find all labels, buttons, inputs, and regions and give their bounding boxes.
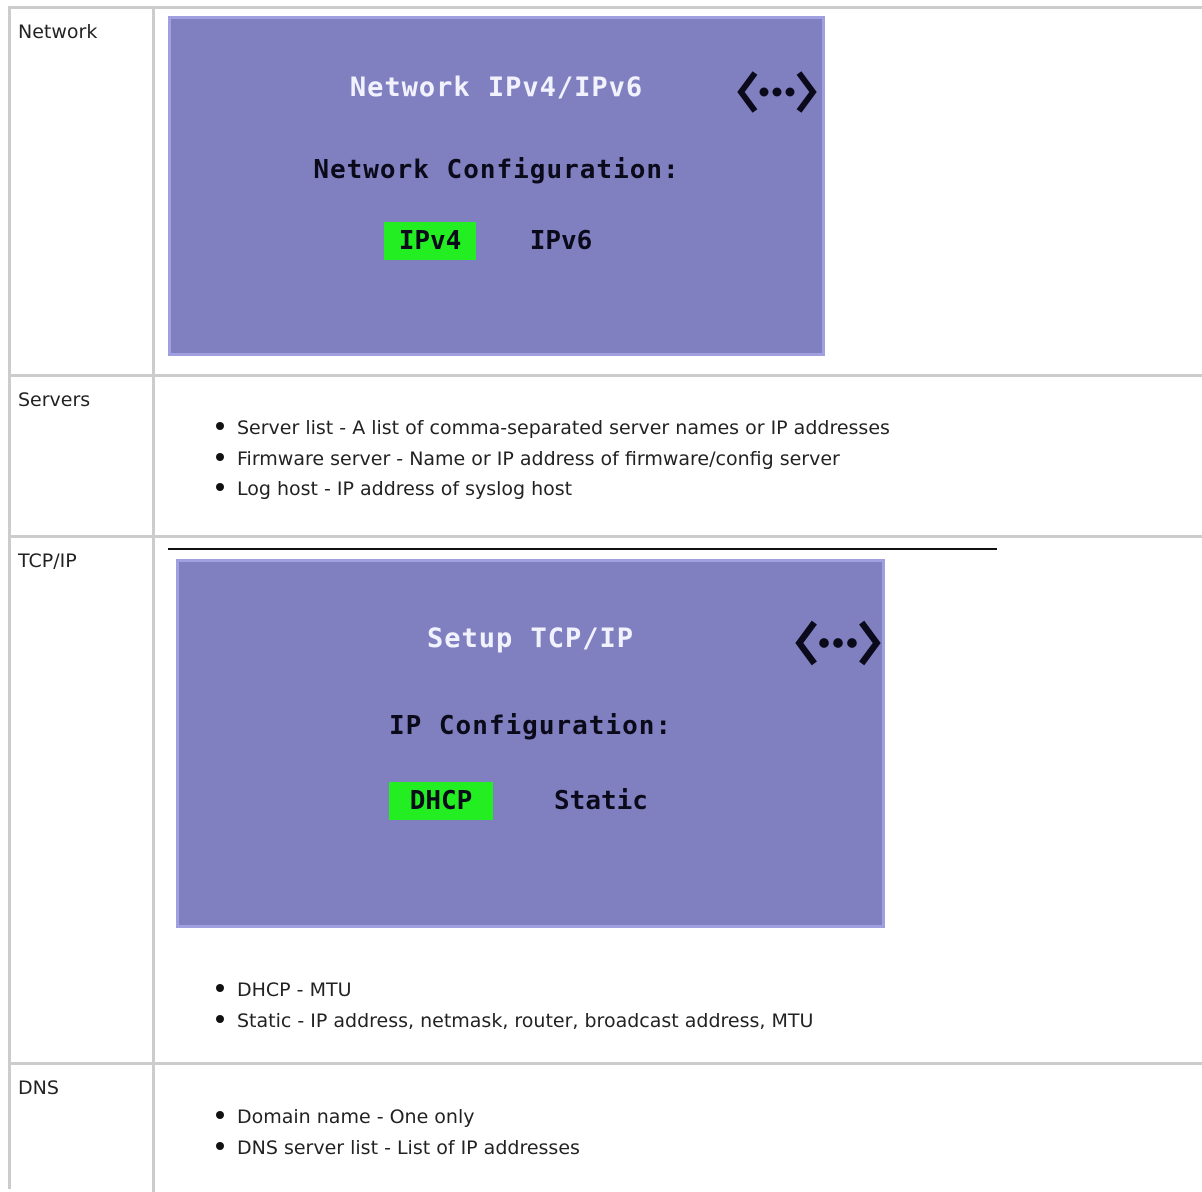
nav-arrows-icon <box>737 71 817 113</box>
option-dhcp[interactable]: DHCP <box>389 782 493 820</box>
table-row-tcpip: TCP/IP Setup TCP/IP IP Configuration: DH… <box>11 538 1202 1065</box>
row-label-servers: Servers <box>11 377 155 535</box>
table-row-servers: Servers Server list - A list of comma-se… <box>11 377 1202 538</box>
tcpip-screen: Setup TCP/IP IP Configuration: DHCP Stat… <box>176 559 885 928</box>
option-static[interactable]: Static <box>541 782 661 820</box>
option-ipv4[interactable]: IPv4 <box>384 222 476 260</box>
list-item: Firmware server - Name or IP address of … <box>158 444 890 475</box>
row-content-servers: Server list - A list of comma-separated … <box>158 377 1202 535</box>
list-item: Domain name - One only <box>158 1102 580 1133</box>
row-content-tcpip: Setup TCP/IP IP Configuration: DHCP Stat… <box>158 538 1202 1062</box>
network-screen: Network IPv4/IPv6 Network Configuration:… <box>168 16 825 356</box>
list-item: Log host - IP address of syslog host <box>158 474 890 505</box>
dns-list: Domain name - One only DNS server list -… <box>158 1102 580 1163</box>
tcpip-list: DHCP - MTU Static - IP address, netmask,… <box>158 975 813 1036</box>
screen-title: Setup TCP/IP <box>426 623 635 654</box>
table-row-network: Network Network IPv4/IPv6 Network Config… <box>11 9 1202 377</box>
row-content-dns: Domain name - One only DNS server list -… <box>158 1065 1202 1192</box>
servers-list: Server list - A list of comma-separated … <box>158 413 890 505</box>
option-ipv6[interactable]: IPv6 <box>516 222 606 260</box>
list-item: DNS server list - List of IP addresses <box>158 1133 580 1164</box>
list-item: Static - IP address, netmask, router, br… <box>158 1006 813 1037</box>
row-label-tcpip: TCP/IP <box>11 538 155 1062</box>
screen-heading: IP Configuration: <box>388 711 673 741</box>
row-label-network: Network <box>11 9 155 374</box>
row-label-dns: DNS <box>11 1065 155 1192</box>
table-row-dns: DNS Domain name - One only DNS server li… <box>11 1065 1202 1192</box>
settings-table: Network Network IPv4/IPv6 Network Config… <box>8 6 1202 1192</box>
list-item: DHCP - MTU <box>158 975 813 1006</box>
row-content-network: Network IPv4/IPv6 Network Configuration:… <box>158 9 1202 374</box>
nav-arrows-icon <box>795 620 881 666</box>
screen-heading: Network Configuration: <box>313 155 680 185</box>
list-item: Server list - A list of comma-separated … <box>158 413 890 444</box>
screen-title: Network IPv4/IPv6 <box>349 72 644 103</box>
horizontal-rule <box>168 548 997 550</box>
